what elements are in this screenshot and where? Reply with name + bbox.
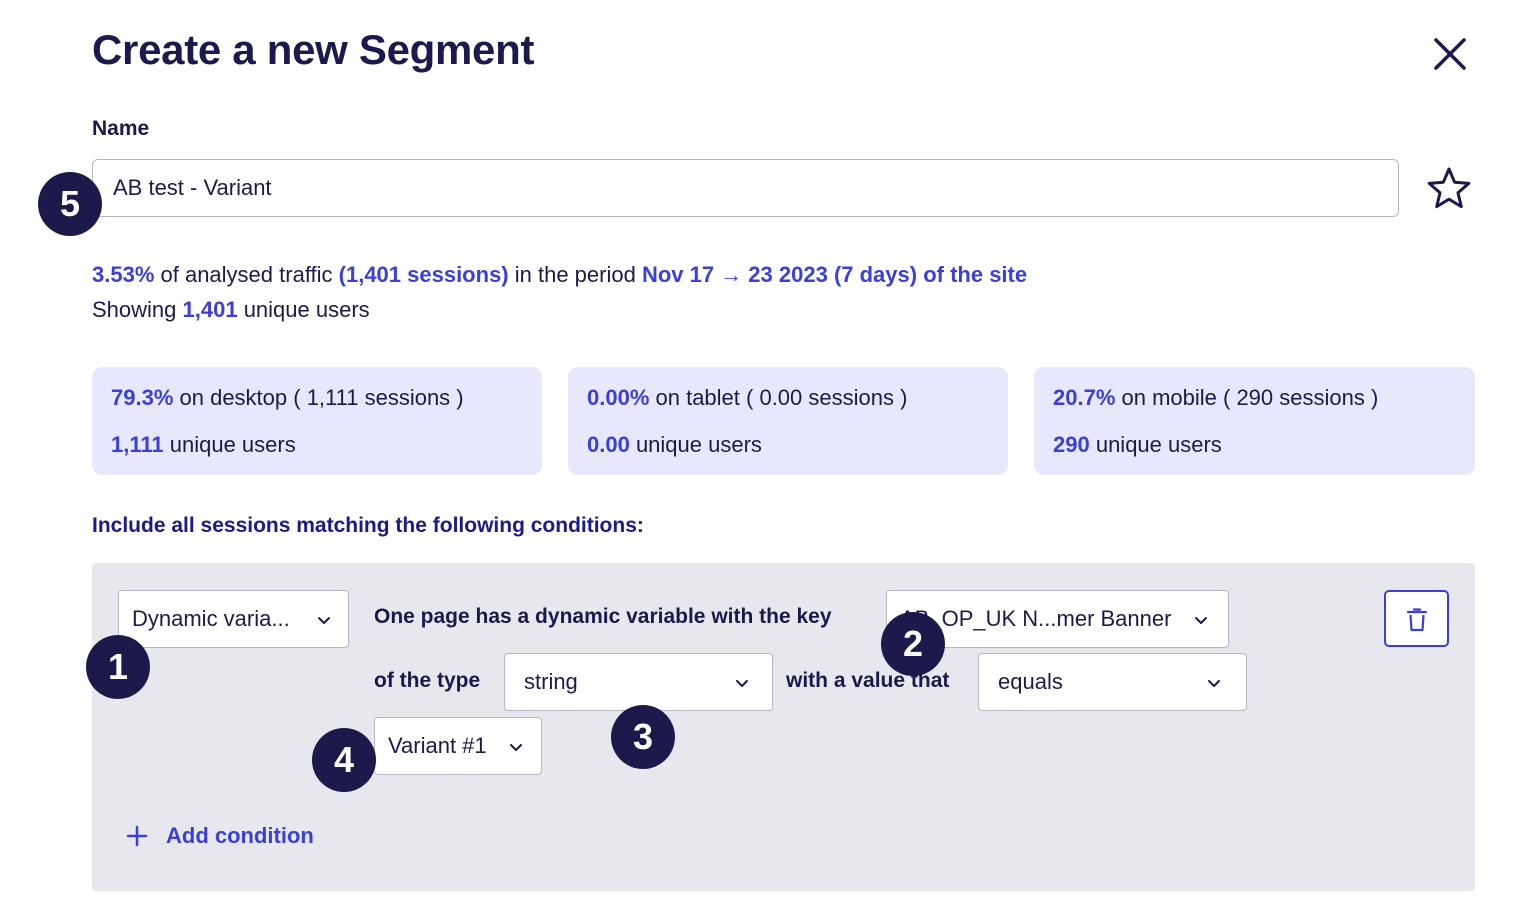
operator-value: equals (998, 669, 1063, 694)
star-outline-icon (1427, 167, 1471, 209)
add-condition-button[interactable]: Add condition (124, 820, 314, 852)
step-badge-1: 1 (86, 635, 150, 699)
device-card-mobile: 20.7% on mobile ( 290 sessions ) 290 uni… (1034, 367, 1475, 475)
delete-condition-button[interactable] (1384, 590, 1449, 647)
add-condition-label: Add condition (166, 823, 314, 848)
tablet-users-count: 0.00 (587, 432, 630, 457)
variable-key-value: AB_OP_UK N...mer Banner (900, 606, 1172, 631)
favorite-button[interactable] (1426, 165, 1472, 211)
unique-users-text: unique users (237, 297, 370, 322)
type-condition-text: of the type (374, 669, 481, 692)
trash-icon (1406, 608, 1428, 632)
period-range: Nov 17 → 23 2023 (7 days) of the site (641, 262, 1028, 287)
conditions-heading: Include all sessions matching the follow… (92, 514, 644, 537)
device-card-tablet: 0.00% on tablet ( 0.00 sessions ) 0.00 u… (568, 367, 1008, 475)
summary-text: of analysed traffic (154, 262, 339, 287)
chevron-down-icon (318, 617, 330, 624)
unique-users-count: 1,401 (182, 297, 238, 322)
value-type-dropdown[interactable]: string (504, 653, 773, 711)
summary-period-text: in the period (508, 262, 642, 287)
unique-users-summary: Showing 1,401 unique users (92, 297, 370, 323)
mobile-users-count: 290 (1053, 432, 1090, 457)
device-card-desktop: 79.3% on desktop ( 1,111 sessions ) 1,11… (92, 367, 542, 475)
plus-icon (126, 825, 148, 847)
segment-name-input[interactable] (92, 159, 1399, 217)
chevron-down-icon (510, 744, 522, 751)
step-badge-2: 2 (881, 612, 945, 676)
mobile-sessions: on mobile ( 290 sessions ) (1115, 385, 1379, 410)
desktop-users-count: 1,111 (111, 432, 164, 457)
session-count: (1,401 sessions) (338, 262, 509, 287)
tablet-percentage: 0.00% (587, 385, 650, 410)
desktop-users-text: unique users (163, 432, 296, 457)
condition-type-value: Dynamic varia... (132, 606, 290, 631)
traffic-percentage: 3.53% (92, 262, 155, 287)
tablet-users-text: unique users (629, 432, 762, 457)
mobile-users-text: unique users (1089, 432, 1222, 457)
step-badge-5: 5 (38, 172, 102, 236)
step-badge-3: 3 (611, 705, 675, 769)
close-icon (1434, 38, 1466, 70)
tablet-sessions: on tablet ( 0.00 sessions ) (649, 385, 908, 410)
operator-dropdown[interactable]: equals (978, 653, 1247, 711)
step-badge-4: 4 (312, 728, 376, 792)
chevron-down-icon (1208, 680, 1220, 687)
value-type-value: string (524, 669, 578, 694)
page-title: Create a new Segment (92, 26, 535, 73)
showing-text: Showing (92, 297, 183, 322)
mobile-percentage: 20.7% (1053, 385, 1116, 410)
close-button[interactable] (1428, 32, 1472, 76)
chevron-down-icon (1195, 617, 1207, 624)
key-condition-text: One page has a dynamic variable with the… (374, 605, 832, 628)
condition-value-dropdown[interactable]: Variant #1 (374, 717, 542, 775)
condition-type-dropdown[interactable]: Dynamic varia... (118, 590, 349, 648)
desktop-sessions: on desktop ( 1,111 sessions ) (173, 385, 464, 410)
name-label: Name (92, 117, 150, 140)
traffic-summary: 3.53% of analysed traffic (1,401 session… (92, 262, 1027, 288)
chevron-down-icon (736, 680, 748, 687)
desktop-percentage: 79.3% (111, 385, 174, 410)
condition-value: Variant #1 (388, 733, 487, 758)
